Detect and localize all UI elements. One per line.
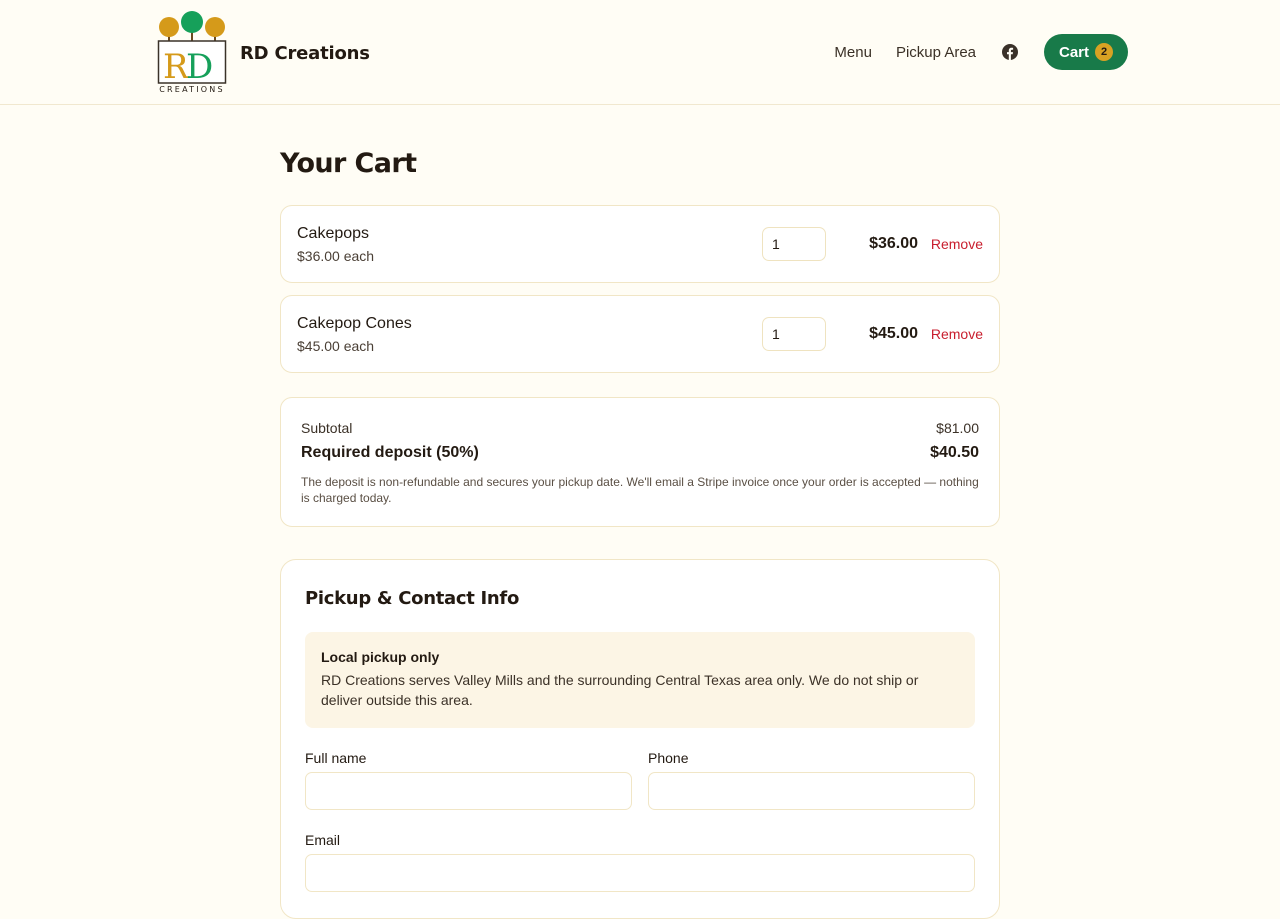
cart-item: Cakepop Cones $45.00 each $45.00 Remove — [280, 295, 1000, 373]
remove-button[interactable]: Remove — [931, 236, 983, 252]
item-total: $36.00 — [869, 235, 918, 252]
quantity-input[interactable] — [762, 317, 826, 351]
remove-button[interactable]: Remove — [931, 326, 983, 342]
pickup-contact-form: Pickup & Contact Info Local pickup only … — [280, 559, 1000, 919]
brand[interactable]: R D CREATIONS RD Creations — [157, 11, 370, 95]
logo-letter-d: D — [186, 47, 213, 87]
item-unit-price: $45.00 each — [297, 338, 375, 354]
deposit-row: Required deposit (50%) $40.50 — [301, 444, 979, 462]
logo-sub: CREATIONS — [159, 85, 224, 94]
item-name: Cakepops — [297, 225, 370, 242]
cart-button[interactable]: Cart 2 — [1044, 34, 1128, 70]
deposit-label: Required deposit (50%) — [301, 444, 479, 461]
item-total: $45.00 — [869, 325, 918, 342]
main-nav: Menu Pickup Area Cart 2 — [834, 34, 1128, 70]
cart-item: Cakepops $36.00 each $36.00 Remove — [280, 205, 1000, 283]
site-header: R D CREATIONS RD Creations Menu Pickup A… — [0, 0, 1280, 105]
full-name-field[interactable] — [305, 772, 632, 810]
rd-creations-logo[interactable]: R D CREATIONS — [157, 11, 227, 95]
full-name-label: Full name — [305, 750, 367, 766]
deposit-value: $40.50 — [930, 444, 979, 461]
nav-menu-link[interactable]: Menu — [834, 44, 872, 61]
subtotal-value: $81.00 — [936, 420, 979, 436]
notice-title: Local pickup only — [321, 649, 440, 665]
form-title: Pickup & Contact Info — [305, 588, 520, 609]
subtotal-label: Subtotal — [301, 420, 353, 436]
item-name: Cakepop Cones — [297, 315, 412, 332]
email-field[interactable] — [305, 854, 975, 892]
subtotal-row: Subtotal $81.00 — [301, 420, 979, 436]
phone-field[interactable] — [648, 772, 975, 810]
order-summary: Subtotal $81.00 Required deposit (50%) $… — [280, 397, 1000, 527]
page-title: Your Cart — [280, 148, 417, 179]
nav-pickup-area-link[interactable]: Pickup Area — [896, 44, 976, 61]
deposit-note: The deposit is non-refundable and secure… — [301, 475, 979, 505]
facebook-icon[interactable] — [1002, 44, 1018, 60]
local-pickup-notice: Local pickup only RD Creations serves Va… — [305, 632, 975, 728]
item-unit-price: $36.00 each — [297, 248, 375, 264]
cart-page: Your Cart Cakepops $36.00 each $36.00 Re… — [280, 146, 1000, 919]
cart-label: Cart — [1058, 43, 1089, 61]
cart-count-badge: 2 — [1095, 43, 1113, 61]
quantity-input[interactable] — [762, 227, 826, 261]
email-label: Email — [305, 832, 341, 848]
notice-text: RD Creations serves Valley Mills and the… — [321, 672, 919, 708]
phone-label: Phone — [648, 750, 689, 766]
brand-name[interactable]: RD Creations — [240, 43, 370, 64]
